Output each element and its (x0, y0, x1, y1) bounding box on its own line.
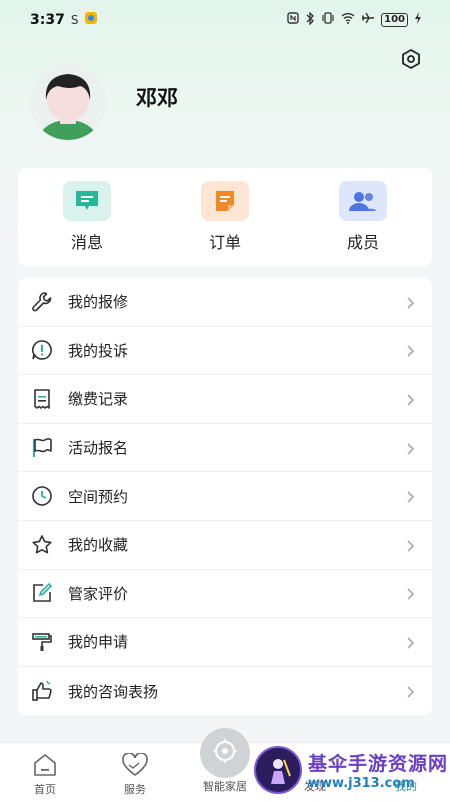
order-icon (201, 181, 249, 221)
chevron-right-icon (406, 684, 416, 698)
charging-icon (414, 12, 422, 28)
chevron-right-icon (406, 295, 416, 309)
thumbs-up-icon (30, 679, 54, 703)
tab-service[interactable]: 服务 (95, 743, 175, 801)
menu-item-complaint[interactable]: 我的投诉 (18, 327, 432, 376)
quick-action-label: 消息 (70, 233, 103, 252)
watermark-title: 基伞手游资源网 (308, 753, 449, 775)
chevron-right-icon (406, 343, 416, 357)
menu-item-payment-records[interactable]: 缴费记录 (18, 375, 432, 424)
tab-label-smart-home: 智能家居 (203, 780, 247, 793)
wifi-icon (341, 12, 355, 28)
heart-icon (121, 751, 149, 779)
battery-indicator: 100 (381, 13, 408, 27)
menu-item-label: 我的咨询表扬 (68, 682, 159, 701)
menu-item-label: 空间预约 (68, 487, 129, 506)
s-icon: S (70, 13, 79, 27)
quick-action-label: 订单 (208, 233, 241, 252)
quick-action-members[interactable]: 成员 (313, 181, 413, 253)
bluetooth-icon (305, 10, 315, 29)
menu-list: 我的报修 我的投诉 缴费记录 活动报名 空间预约 我的收藏 管家评价 我的申请 … (18, 278, 432, 716)
menu-item-label: 缴费记录 (68, 390, 129, 409)
settings-button[interactable] (398, 48, 424, 74)
menu-item-favorites[interactable]: 我的收藏 (18, 521, 432, 570)
menu-item-label: 管家评价 (68, 584, 129, 603)
menu-item-event-signup[interactable]: 活动报名 (18, 424, 432, 473)
menu-item-label: 我的收藏 (68, 536, 129, 555)
watermark: 基伞手游资源网 www.j313.com (254, 740, 450, 800)
chevron-right-icon (406, 635, 416, 649)
menu-item-space-booking[interactable]: 空间预约 (18, 472, 432, 521)
status-time: 3:37 (30, 12, 65, 28)
settings-hexagon-icon (400, 48, 422, 74)
airplane-icon (361, 12, 375, 28)
home-icon (31, 751, 59, 779)
tab-home[interactable]: 首页 (5, 743, 85, 801)
tab-smart-home[interactable] (200, 728, 250, 778)
chevron-right-icon (406, 392, 416, 406)
complaint-icon (30, 338, 54, 362)
tab-label: 服务 (124, 783, 146, 796)
quick-action-messages[interactable]: 消息 (37, 181, 137, 253)
menu-item-label: 我的投诉 (68, 341, 129, 360)
receipt-icon (30, 387, 54, 411)
watermark-logo-icon (254, 746, 302, 794)
quick-actions-card: 消息 订单 成员 (18, 168, 432, 266)
status-bar: 3:37 S 100 (0, 0, 450, 40)
edit-icon (30, 581, 54, 605)
watermark-url: www.j313.com (308, 776, 415, 791)
vibrate-icon (321, 12, 335, 28)
avatar[interactable] (30, 64, 106, 140)
chevron-right-icon (406, 538, 416, 552)
quick-action-label: 成员 (346, 233, 379, 252)
menu-item-label: 我的报修 (68, 293, 129, 312)
paint-roller-icon (30, 630, 54, 654)
wrench-icon (30, 290, 54, 314)
nfc-icon (287, 12, 299, 28)
menu-item-repair[interactable]: 我的报修 (18, 278, 432, 327)
user-nickname[interactable]: 邓邓 (136, 82, 178, 112)
message-icon (63, 181, 111, 221)
members-icon (339, 181, 387, 221)
menu-item-applications[interactable]: 我的申请 (18, 618, 432, 667)
menu-item-label: 活动报名 (68, 439, 129, 458)
star-icon (30, 533, 54, 557)
chevron-right-icon (406, 441, 416, 455)
menu-item-steward-review[interactable]: 管家评价 (18, 570, 432, 619)
smart-home-icon (211, 737, 239, 769)
quick-action-orders[interactable]: 订单 (175, 181, 275, 253)
app-badge-icon (84, 11, 98, 29)
avatar-person-icon (38, 74, 98, 140)
chevron-right-icon (406, 586, 416, 600)
tab-label: 首页 (34, 783, 56, 796)
menu-item-inquiry-praise[interactable]: 我的咨询表扬 (18, 667, 432, 716)
clock-icon (30, 484, 54, 508)
flag-icon (30, 436, 54, 460)
chevron-right-icon (406, 489, 416, 503)
menu-item-label: 我的申请 (68, 633, 129, 652)
